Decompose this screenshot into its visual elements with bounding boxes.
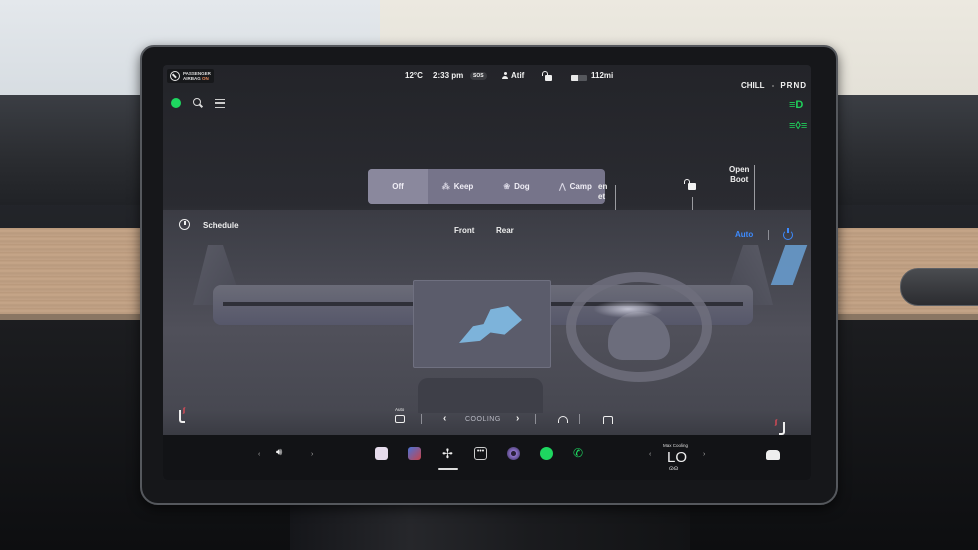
max-cooling-label: Max Cooling: [663, 443, 689, 448]
user-icon: [502, 72, 508, 79]
tent-icon: ⋀: [559, 182, 566, 191]
climate-panel: Schedule Front Rear Auto Auto: [163, 210, 811, 435]
tab-front[interactable]: Front: [454, 226, 474, 235]
divider: [579, 414, 580, 424]
battery-fill: [571, 75, 579, 81]
cabin-illustration: [163, 245, 811, 413]
fan-level-icon: ɷɷ: [669, 466, 679, 472]
mode-label: Camp: [569, 182, 592, 191]
car-icon[interactable]: [766, 450, 780, 460]
clock: 2:33 pm: [433, 71, 464, 80]
ac-mode-label: COOLING: [465, 416, 501, 423]
touchscreen: PASSENGER AIRBAG ON 12°C 2:33 pm SOS Ati…: [163, 65, 811, 480]
driver-seat-heater-icon[interactable]: [179, 408, 189, 423]
airbag-icon: [170, 71, 180, 81]
car-mode-selector: Off ⁂ Keep ❀ Dog ⋀ Camp: [368, 169, 605, 204]
tab-rear[interactable]: Rear: [496, 226, 514, 235]
status-bar: PASSENGER AIRBAG ON 12°C 2:33 pm SOS Ati…: [163, 65, 811, 90]
search-icon[interactable]: [193, 98, 203, 108]
photo-scene: PASSENGER AIRBAG ON 12°C 2:33 pm SOS Ati…: [0, 0, 978, 550]
separator-dot: [772, 85, 774, 87]
paw-icon: ❀: [503, 182, 511, 191]
chevron-left-icon[interactable]: ‹: [443, 413, 446, 424]
clock-icon[interactable]: [179, 219, 190, 230]
chevron-right-icon[interactable]: ›: [516, 413, 519, 424]
open-boot-button[interactable]: Open Boot: [729, 165, 749, 185]
temperature-setting[interactable]: LO: [667, 449, 687, 466]
driver-name: Atif: [511, 71, 525, 80]
mode-dog-button[interactable]: ❀ Dog: [487, 169, 546, 204]
rear-defrost-icon[interactable]: [603, 416, 613, 424]
airbag-state: ON: [202, 76, 209, 81]
front-defrost-icon[interactable]: [558, 416, 568, 423]
center-screen-illustration: [413, 280, 551, 368]
mode-label: Dog: [514, 182, 530, 191]
sos-button[interactable]: SOS: [470, 72, 487, 80]
driver-profile-button[interactable]: Atif: [502, 71, 524, 80]
spotify-icon[interactable]: [171, 98, 181, 108]
open-frunk-button[interactable]: en et: [598, 182, 607, 202]
passenger-airbag-indicator: PASSENGER AIRBAG ON: [167, 69, 214, 83]
toybox-app-icon[interactable]: [408, 447, 421, 460]
passenger-seat-heater-icon[interactable]: [775, 420, 785, 435]
steering-stalk: [900, 268, 978, 306]
divider: [768, 230, 769, 240]
top-left-toolbar: [171, 98, 225, 108]
battery-range: 112mi: [591, 71, 614, 80]
temp-down-chevron-icon[interactable]: ‹: [649, 451, 651, 458]
more-apps-icon[interactable]: •••: [474, 447, 487, 460]
power-icon[interactable]: [783, 228, 793, 240]
airbag-label: AIRBAG: [183, 76, 201, 81]
outside-temperature: 12°C: [405, 71, 423, 80]
airflow-glare: [593, 300, 663, 318]
low-beam-headlight-icon: ≡D: [789, 99, 804, 111]
seat-illustration: [418, 378, 543, 413]
list-icon[interactable]: [215, 98, 225, 108]
airflow-pattern[interactable]: [459, 306, 522, 343]
mode-label: Keep: [453, 182, 474, 191]
schedule-button[interactable]: Schedule: [203, 221, 239, 230]
divider: [421, 414, 422, 424]
airflow-indicator: [770, 245, 808, 285]
temp-up-chevron-icon[interactable]: ›: [703, 451, 705, 458]
drive-mode: CHILL: [741, 81, 765, 90]
volume-up-chevron-icon[interactable]: ›: [311, 451, 313, 458]
mode-label: Off: [392, 182, 404, 191]
mode-keep-button[interactable]: ⁂ Keep: [428, 169, 487, 204]
recirculation-icon[interactable]: [395, 415, 405, 423]
gear-selector: PRND: [780, 81, 807, 90]
mode-off-button[interactable]: Off: [368, 169, 428, 204]
volume-down-chevron-icon[interactable]: ‹: [258, 451, 260, 458]
lock-icon[interactable]: [542, 71, 552, 81]
speaker-icon[interactable]: 🔊︎: [276, 447, 282, 458]
boot-leader-line: [754, 165, 755, 215]
notes-app-icon[interactable]: [375, 447, 388, 460]
battery-icon: [571, 75, 587, 81]
mode-camp-button[interactable]: ⋀ Camp: [546, 169, 605, 204]
phone-icon[interactable]: ✆: [573, 447, 586, 460]
divider: [535, 414, 536, 424]
spotify-app-icon[interactable]: [540, 447, 553, 460]
fan-person-icon: ⁂: [441, 182, 450, 191]
active-app-indicator: [438, 468, 458, 470]
climate-auto-button[interactable]: Auto: [735, 230, 753, 239]
bottom-dock: ‹ 🔊︎ › ✢ ••• ✆ ‹ Max Cooling LO ɷɷ ›: [163, 435, 811, 480]
camera-app-icon[interactable]: [507, 447, 520, 460]
climate-fan-icon[interactable]: ✢: [441, 447, 454, 460]
parking-lights-icon: ≡◊≡: [789, 120, 808, 132]
unlock-icon[interactable]: [684, 179, 696, 190]
recirculation-mode-label: Auto: [395, 407, 405, 412]
screen-stand: [290, 500, 690, 550]
